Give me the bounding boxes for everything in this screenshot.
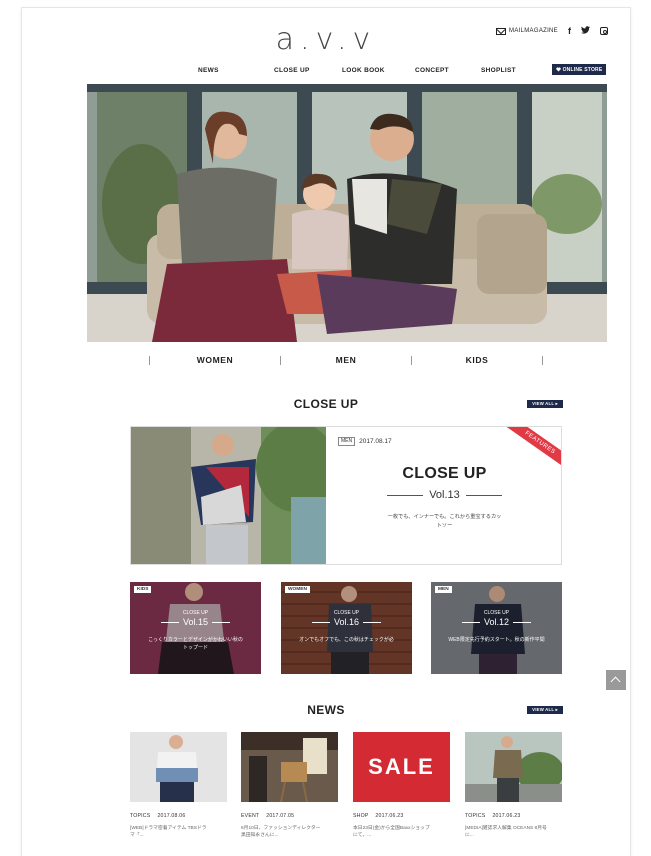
card-text: トップード: [182, 645, 208, 651]
closeup-card-women[interactable]: WOMEN CLOSE UP Vol.16 オンでもオフでも、この秋はチェックが…: [281, 582, 412, 674]
news-text: 黒田知永さんに...: [241, 833, 279, 838]
card-text: こっくりカラーとデザインがかわいい秋の: [148, 637, 243, 643]
tab-kids[interactable]: KIDS: [466, 355, 489, 365]
tab-separator: [280, 356, 281, 365]
feature-image: [131, 427, 326, 564]
news-text: に...: [465, 833, 474, 838]
card-text: WEB限定先行予約スタート。秋の新作平間: [448, 637, 545, 643]
card-vol: Vol.12: [483, 617, 510, 627]
news-text: 本日23日(金)から全国Baxxショップ: [353, 826, 430, 831]
card-vol: Vol.15: [182, 617, 209, 627]
news-text: [WEB]ドラマ密着アイテム TBSドラ: [130, 826, 207, 831]
news-thumbnail: [130, 732, 227, 802]
news-meta: TOPICS 2017.08.06: [130, 813, 186, 819]
news-meta: EVENT 2017.07.05: [241, 813, 295, 819]
news-thumbnail: [465, 732, 562, 802]
news-text: にて。...: [353, 833, 372, 838]
card-tag: MEN: [435, 586, 452, 593]
page-frame: a.v.v MAILMAGAZINE f NEWS CLOSE UP LOOK …: [22, 8, 630, 856]
feature-text-2: トソー: [436, 523, 453, 529]
tab-separator: [411, 356, 412, 365]
back-to-top-button[interactable]: [606, 670, 626, 690]
feature-text-1: 一枚でも、インナーでも。これから重宝するカッ: [387, 514, 502, 520]
tab-separator: [149, 356, 150, 365]
main-nav: NEWS CLOSE UP LOOK BOOK CONCEPT SHOPLIST: [198, 67, 531, 74]
news-item[interactable]: EVENT 2017.07.05 6月10日、ファッションディレクター 黒田知永…: [241, 732, 338, 839]
closeup-feature-card[interactable]: FEATURES MEN 2017.08.17 CLOSE UP Vol.13 …: [130, 426, 562, 565]
news-thumbnail: [241, 732, 338, 802]
news-text: [MEDIA]雑誌求人解集 OCEANS 8月号: [465, 826, 547, 831]
instagram-icon[interactable]: [600, 27, 608, 35]
card-heading: CLOSE UP: [483, 610, 510, 616]
feature-text-panel: FEATURES MEN 2017.08.17 CLOSE UP Vol.13 …: [326, 427, 561, 564]
facebook-icon[interactable]: f: [568, 26, 571, 36]
twitter-icon[interactable]: [581, 26, 590, 36]
tab-women[interactable]: WOMEN: [197, 355, 234, 365]
nav-closeup[interactable]: CLOSE UP: [274, 67, 342, 74]
news-item[interactable]: TOPICS 2017.06.23 [MEDIA]雑誌求人解集 OCEANS 8…: [465, 732, 562, 839]
tab-men[interactable]: MEN: [336, 355, 357, 365]
news-view-all-button[interactable]: VIEW ALL ▸: [527, 706, 563, 714]
tab-separator: [542, 356, 543, 365]
card-heading: CLOSE UP: [333, 610, 360, 616]
mail-icon: [496, 27, 507, 35]
feature-tag: MEN: [338, 437, 356, 446]
news-item[interactable]: TOPICS 2017.08.06 [WEB]ドラマ密着アイテム TBSドラ マ…: [130, 732, 227, 839]
online-store-label: ONLINE STORE: [562, 66, 603, 73]
news-item[interactable]: SALE SHOP 2017.06.23 本日23日(金)から全国Baxxショッ…: [353, 732, 450, 839]
online-store-button[interactable]: ONLINE STORE: [552, 64, 606, 75]
news-thumbnail: SALE: [353, 732, 450, 802]
news-text: 6月10日、ファッションディレクター: [241, 826, 321, 831]
sale-label: SALE: [368, 754, 435, 779]
card-tag: KIDS: [134, 586, 152, 593]
hero-image[interactable]: [87, 84, 607, 342]
feature-heading: CLOSE UP: [402, 465, 487, 482]
mailmagazine-link[interactable]: MAILMAGAZINE: [496, 27, 558, 35]
card-tag: WOMEN: [285, 586, 310, 593]
header-links: MAILMAGAZINE f: [496, 26, 608, 36]
closeup-view-all-button[interactable]: VIEW ALL ▸: [527, 400, 563, 408]
vol-rule: [387, 494, 424, 496]
nav-lookbook[interactable]: LOOK BOOK: [342, 67, 415, 74]
nav-shoplist[interactable]: SHOPLIST: [481, 67, 531, 74]
news-text: マ「...: [130, 833, 144, 838]
feature-date: 2017.08.17: [359, 438, 392, 445]
heart-icon: [555, 67, 561, 72]
card-heading: CLOSE UP: [182, 610, 209, 616]
mailmagazine-label: MAILMAGAZINE: [509, 28, 558, 34]
news-meta: TOPICS 2017.06.23: [465, 813, 521, 819]
card-text: オンでもオフでも、この秋はチェックが必: [299, 637, 394, 643]
closeup-card-men[interactable]: MEN CLOSE UP Vol.12 WEB限定先行予約スタート。秋の新作平間: [431, 582, 562, 674]
news-meta: SHOP 2017.06.23: [353, 813, 404, 819]
feature-vol: Vol.13: [429, 489, 460, 501]
nav-news[interactable]: NEWS: [198, 67, 274, 74]
card-vol: Vol.16: [333, 617, 360, 627]
closeup-card-kids[interactable]: KIDS CLOSE UP Vol.15 こっくりカラーとデザインがかわいい秋の…: [130, 582, 261, 674]
vol-rule: [465, 494, 502, 496]
gender-tabs: WOMEN MEN KIDS: [149, 351, 543, 371]
nav-concept[interactable]: CONCEPT: [415, 67, 481, 74]
